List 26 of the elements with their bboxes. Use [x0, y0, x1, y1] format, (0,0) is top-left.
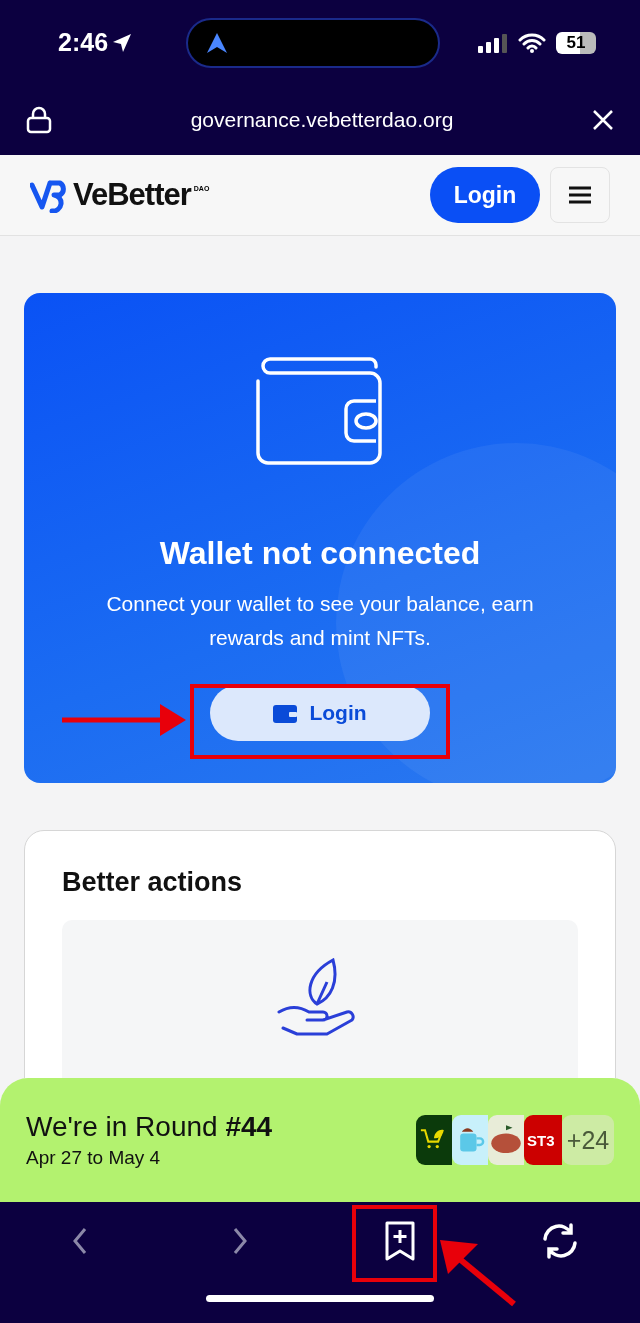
navigation-arrow-icon [206, 31, 228, 54]
round-dates: Apr 27 to May 4 [26, 1147, 162, 1169]
login-button[interactable]: Login [430, 167, 540, 223]
location-arrow-icon [112, 32, 133, 53]
round-title: We're in Round #44 [26, 1111, 273, 1143]
wallet-icon [273, 703, 298, 723]
actions-title: Better actions [62, 867, 244, 898]
battery-level: 51 [556, 31, 596, 54]
menu-icon [569, 186, 591, 204]
logo-text: VeBetter [73, 177, 191, 213]
url-text: governance.vebetterdao.org [189, 108, 455, 132]
app-logo[interactable]: ST3 [524, 1115, 562, 1165]
wifi-icon [518, 32, 546, 53]
more-apps-count[interactable]: +24 [562, 1115, 614, 1165]
wallet-title: Wallet not connected [159, 534, 481, 573]
close-icon[interactable] [592, 109, 614, 131]
app-icon[interactable] [488, 1115, 524, 1165]
clock-time: 2:46 [58, 28, 109, 57]
lock-icon [26, 106, 52, 134]
signal-icon [478, 32, 508, 53]
menu-button[interactable] [550, 167, 610, 223]
wallet-icon [256, 357, 384, 465]
wallet-description: Connect your wallet to see your balance, earn rewards and mint NFTs. [105, 591, 535, 651]
app-icon[interactable] [416, 1115, 452, 1165]
wallet-login-button[interactable]: Login [210, 685, 430, 741]
bookmark-add-icon[interactable] [384, 1221, 416, 1261]
